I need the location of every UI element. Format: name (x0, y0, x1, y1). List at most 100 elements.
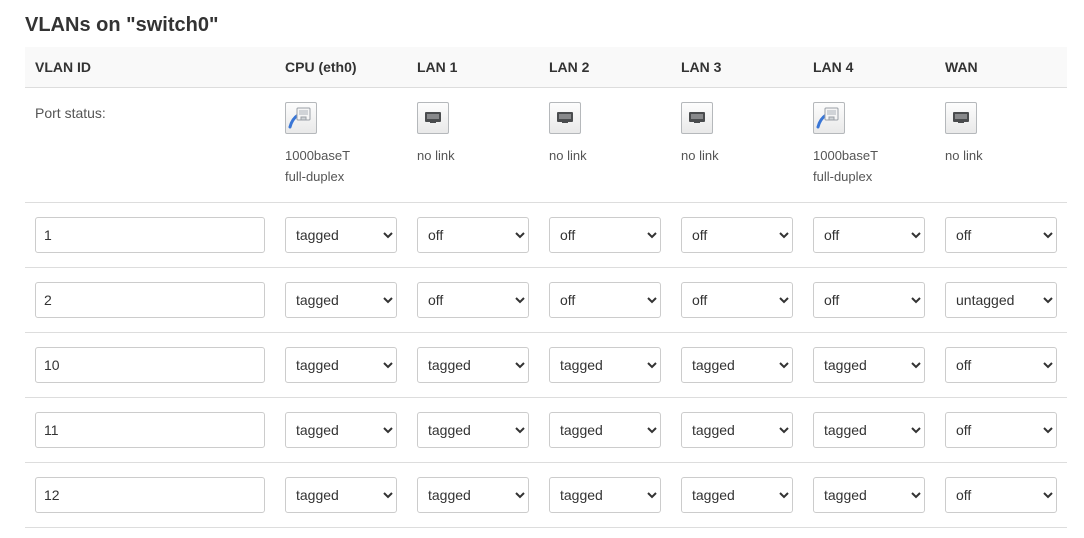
vlan-mode-select-lan1[interactable]: offtaggeduntagged (417, 282, 529, 318)
vlan-row: offtaggeduntagged offtaggeduntagged offtag… (25, 202, 1067, 267)
port-status-text: 1000baseT (285, 146, 397, 167)
vlan-mode-cell: offtaggeduntagged (407, 202, 539, 267)
ethernet-empty-icon (945, 102, 977, 134)
vlan-table: VLAN ID CPU (eth0)LAN 1LAN 2LAN 3LAN 4WA… (25, 47, 1067, 528)
col-header-wan: WAN (935, 47, 1067, 88)
col-header-lan2: LAN 2 (539, 47, 671, 88)
vlan-mode-cell: offtaggeduntagged (935, 397, 1067, 462)
vlan-mode-cell: offtaggeduntagged (275, 332, 407, 397)
vlan-mode-select-lan4[interactable]: offtaggeduntagged (813, 282, 925, 318)
page-title: VLANs on "switch0" (25, 14, 1059, 37)
vlan-mode-select-wan[interactable]: offtaggeduntagged (945, 347, 1057, 383)
vlan-row: offtaggeduntagged offtaggeduntagged offtag… (25, 267, 1067, 332)
vlan-id-input[interactable] (35, 347, 265, 383)
vlan-mode-select-lan2[interactable]: offtaggeduntagged (549, 477, 661, 513)
vlan-mode-cell: offtaggeduntagged (671, 332, 803, 397)
vlan-mode-cell: offtaggeduntagged (539, 267, 671, 332)
vlan-mode-select-lan1[interactable]: offtaggeduntagged (417, 347, 529, 383)
port-status-text: 1000baseT (813, 146, 925, 167)
vlan-mode-select-lan2[interactable]: offtaggeduntagged (549, 282, 661, 318)
vlan-mode-cell: offtaggeduntagged (803, 397, 935, 462)
port-status-text: no link (681, 146, 793, 167)
vlan-mode-select-cpu[interactable]: offtaggeduntagged (285, 282, 397, 318)
vlan-id-cell (25, 397, 275, 462)
vlan-mode-cell: offtaggeduntagged (407, 267, 539, 332)
vlan-mode-select-lan1[interactable]: offtaggeduntagged (417, 477, 529, 513)
vlan-mode-cell: offtaggeduntagged (275, 202, 407, 267)
vlan-mode-select-cpu[interactable]: offtaggeduntagged (285, 412, 397, 448)
vlan-mode-cell: offtaggeduntagged (539, 202, 671, 267)
port-status-cell-lan4: 1000baseTfull-duplex (803, 88, 935, 203)
vlan-mode-cell: offtaggeduntagged (539, 462, 671, 527)
vlan-mode-select-wan[interactable]: offtaggeduntagged (945, 412, 1057, 448)
port-status-label: Port status: (25, 88, 275, 203)
vlan-mode-cell: offtaggeduntagged (407, 332, 539, 397)
port-status-cell-cpu: 1000baseTfull-duplex (275, 88, 407, 203)
vlan-mode-select-lan1[interactable]: offtaggeduntagged (417, 217, 529, 253)
vlan-id-input[interactable] (35, 282, 265, 318)
vlan-row: offtaggeduntagged offtaggeduntagged offtag… (25, 462, 1067, 527)
port-status-text: no link (417, 146, 529, 167)
vlan-mode-cell: offtaggeduntagged (275, 462, 407, 527)
vlan-mode-select-lan3[interactable]: offtaggeduntagged (681, 217, 793, 253)
vlan-id-input[interactable] (35, 412, 265, 448)
vlan-mode-cell: offtaggeduntagged (803, 267, 935, 332)
ethernet-empty-icon (549, 102, 581, 134)
vlan-mode-select-lan4[interactable]: offtaggeduntagged (813, 217, 925, 253)
vlan-mode-cell: offtaggeduntagged (407, 397, 539, 462)
vlan-mode-select-cpu[interactable]: offtaggeduntagged (285, 217, 397, 253)
vlan-mode-select-wan[interactable]: offtaggeduntagged (945, 217, 1057, 253)
vlan-mode-cell: offtaggeduntagged (539, 332, 671, 397)
vlan-id-input[interactable] (35, 477, 265, 513)
vlan-mode-cell: offtaggeduntagged (935, 332, 1067, 397)
vlan-mode-select-lan3[interactable]: offtaggeduntagged (681, 282, 793, 318)
col-header-cpu: CPU (eth0) (275, 47, 407, 88)
vlan-mode-select-lan2[interactable]: offtaggeduntagged (549, 347, 661, 383)
vlan-mode-select-cpu[interactable]: offtaggeduntagged (285, 347, 397, 383)
vlan-mode-cell: offtaggeduntagged (275, 267, 407, 332)
vlan-mode-select-wan[interactable]: offtaggeduntagged (945, 477, 1057, 513)
vlan-row: offtaggeduntagged offtaggeduntagged offtag… (25, 397, 1067, 462)
port-status-text: no link (945, 146, 1057, 167)
vlan-mode-cell: offtaggeduntagged (803, 202, 935, 267)
ethernet-connected-icon (285, 102, 317, 134)
ethernet-empty-icon (417, 102, 449, 134)
col-header-lan4: LAN 4 (803, 47, 935, 88)
vlan-id-cell (25, 462, 275, 527)
vlan-mode-select-lan1[interactable]: offtaggeduntagged (417, 412, 529, 448)
vlan-mode-cell: offtaggeduntagged (539, 397, 671, 462)
vlan-mode-cell: offtaggeduntagged (935, 462, 1067, 527)
col-header-lan1: LAN 1 (407, 47, 539, 88)
vlan-mode-cell: offtaggeduntagged (407, 462, 539, 527)
vlan-mode-select-lan4[interactable]: offtaggeduntagged (813, 412, 925, 448)
col-header-lan3: LAN 3 (671, 47, 803, 88)
port-status-text: full-duplex (813, 167, 925, 188)
vlan-mode-select-lan3[interactable]: offtaggeduntagged (681, 477, 793, 513)
vlan-row: offtaggeduntagged offtaggeduntagged offtag… (25, 332, 1067, 397)
vlan-mode-select-lan3[interactable]: offtaggeduntagged (681, 412, 793, 448)
vlan-mode-select-wan[interactable]: offtaggeduntagged (945, 282, 1057, 318)
vlan-id-cell (25, 202, 275, 267)
vlan-id-cell (25, 267, 275, 332)
ethernet-connected-icon (813, 102, 845, 134)
vlan-mode-select-lan3[interactable]: offtaggeduntagged (681, 347, 793, 383)
ethernet-empty-icon (681, 102, 713, 134)
vlan-mode-select-lan4[interactable]: offtaggeduntagged (813, 477, 925, 513)
vlan-id-input[interactable] (35, 217, 265, 253)
port-status-cell-wan: no link (935, 88, 1067, 203)
table-header-row: VLAN ID CPU (eth0)LAN 1LAN 2LAN 3LAN 4WA… (25, 47, 1067, 88)
col-header-vlan-id: VLAN ID (25, 47, 275, 88)
vlan-mode-cell: offtaggeduntagged (935, 267, 1067, 332)
port-status-cell-lan2: no link (539, 88, 671, 203)
vlan-mode-cell: offtaggeduntagged (803, 332, 935, 397)
vlan-mode-select-cpu[interactable]: offtaggeduntagged (285, 477, 397, 513)
vlan-mode-cell: offtaggeduntagged (671, 267, 803, 332)
vlan-mode-select-lan2[interactable]: offtaggeduntagged (549, 412, 661, 448)
vlan-mode-cell: offtaggeduntagged (275, 397, 407, 462)
vlan-id-cell (25, 332, 275, 397)
port-status-text: no link (549, 146, 661, 167)
vlan-mode-cell: offtaggeduntagged (671, 202, 803, 267)
vlan-mode-select-lan2[interactable]: offtaggeduntagged (549, 217, 661, 253)
vlan-mode-cell: offtaggeduntagged (935, 202, 1067, 267)
vlan-mode-select-lan4[interactable]: offtaggeduntagged (813, 347, 925, 383)
